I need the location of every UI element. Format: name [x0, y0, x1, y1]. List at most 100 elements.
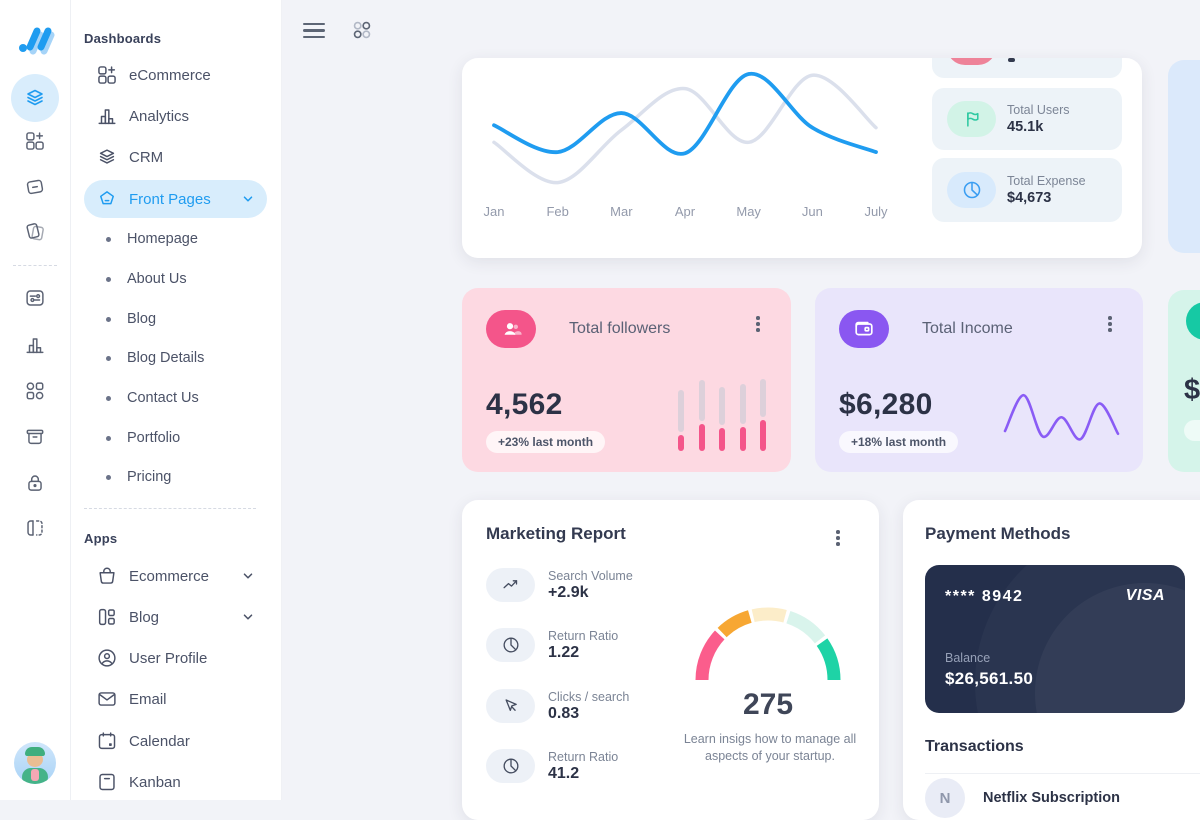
card-title: Total followers	[569, 320, 671, 337]
rail-button-auth[interactable]	[24, 472, 46, 494]
card-title: Total Income	[922, 320, 1013, 337]
kanban-icon	[96, 771, 118, 793]
more-options-button[interactable]	[831, 528, 845, 548]
overview-line-chart	[492, 72, 878, 185]
rail-button-forms[interactable]	[24, 287, 46, 309]
stat-label: Total Expense	[1007, 174, 1086, 188]
metric-label: Clicks / search	[548, 689, 630, 704]
rail-button-components[interactable]	[24, 380, 46, 402]
chevron-down-icon	[241, 569, 255, 583]
bar-chart-icon	[96, 105, 118, 127]
sidebar-item-email[interactable]: Email	[84, 680, 267, 718]
hamburger-icon	[303, 23, 325, 26]
avatar-cap	[25, 747, 45, 756]
sidebar-subitem-portfolio[interactable]: Portfolio	[84, 420, 267, 456]
layout-icon	[27, 520, 43, 536]
rail-button-chat[interactable]	[24, 176, 46, 198]
sidebar-subitem-homepage[interactable]: Homepage	[84, 221, 267, 257]
avatar-vest	[31, 769, 39, 781]
credit-card[interactable]: **** 8942 VISA Balance $26,561.50	[925, 565, 1185, 713]
metric-label: Return Ratio	[548, 628, 619, 643]
pie-icon	[486, 749, 535, 783]
sliders-icon	[26, 290, 44, 306]
sidebar-item-user-profile[interactable]: User Profile	[84, 639, 267, 677]
sidebar-menu: Dashboards eCommerce Analytics CRM Front…	[70, 0, 282, 800]
sidebar-subitem-contact-us[interactable]: Contact Us	[84, 380, 267, 416]
followers-value: 4,562	[486, 388, 563, 421]
rail-button-dashboards[interactable]	[11, 74, 59, 122]
growth-badge: +23% last month	[486, 431, 606, 453]
sidebar-subitem-pricing[interactable]: Pricing	[84, 459, 267, 495]
balance-value: $26,561.50	[945, 669, 1034, 688]
marketing-gauge-chart	[695, 607, 841, 681]
sidebar-item-ecommerce-dashboard[interactable]: eCommerce	[84, 56, 267, 94]
bullet-icon	[106, 276, 111, 282]
followers-bar-column	[760, 379, 766, 451]
more-options-button[interactable]	[1103, 314, 1117, 334]
rail-button-apps[interactable]	[24, 130, 46, 152]
growth-badge: +18% last month	[839, 431, 959, 453]
layers-icon	[27, 89, 43, 106]
metric-label: Search Volume	[548, 568, 633, 583]
app-logo[interactable]	[15, 18, 55, 58]
followers-card: Total followers 4,562 +23% last month	[462, 288, 791, 472]
main-content: Jan Feb Mar Apr May Jun July Total Users 45.1k	[281, 0, 1200, 820]
more-options-button[interactable]	[751, 314, 765, 334]
cursor-icon	[486, 689, 535, 723]
pie-chart-icon	[947, 172, 996, 208]
sidebar-item-crm[interactable]: CRM	[84, 138, 267, 176]
metric-label: Return Ratio	[548, 749, 619, 764]
cards-icon	[26, 223, 44, 241]
month-label: Jun	[801, 204, 823, 219]
chat-icon	[26, 179, 44, 195]
logo-mark-icon	[19, 27, 55, 55]
metric-value: 0.83	[548, 704, 580, 722]
sidebar-item-analytics[interactable]: Analytics	[84, 97, 267, 135]
blog-layout-icon	[96, 606, 118, 628]
month-label: Feb	[546, 204, 569, 219]
sidebar-item-kanban[interactable]: Kanban	[84, 763, 267, 801]
sidebar-item-app-ecommerce[interactable]: Ecommerce	[84, 557, 267, 595]
rail-button-pages[interactable]	[24, 221, 46, 243]
metric-value: 41.2	[548, 764, 580, 782]
sidebar-subitem-blog-details[interactable]: Blog Details	[84, 340, 267, 376]
rail-button-archive[interactable]	[24, 426, 46, 448]
month-label: Apr	[674, 204, 696, 219]
four-circles-icon	[353, 21, 371, 39]
sidebar-subitem-blog[interactable]: Blog	[84, 301, 267, 337]
pentagon-icon	[96, 188, 118, 210]
transaction-row[interactable]: N Netflix Subscription	[925, 778, 1120, 818]
trend-up-icon	[486, 568, 535, 602]
rail-button-charts[interactable]	[24, 334, 46, 356]
sidebar-item-label: Front Pages	[129, 190, 211, 208]
metric-search-volume: Search Volume +2.9k	[486, 568, 633, 602]
teal-stat-icon	[1186, 302, 1200, 340]
sidebar-item-app-blog[interactable]: Blog	[84, 598, 267, 636]
rail-divider	[13, 265, 57, 266]
user-avatar[interactable]	[14, 742, 56, 784]
clipped-stat-text	[1008, 58, 1015, 62]
sidebar-item-front-pages[interactable]: Front Pages	[84, 180, 267, 218]
sidebar-item-calendar[interactable]: Calendar	[84, 722, 267, 760]
income-sparkline-chart	[1003, 393, 1120, 441]
month-label: Jan	[483, 204, 505, 219]
menu-toggle-button[interactable]	[303, 23, 325, 38]
pie-icon	[486, 628, 535, 662]
sidebar-subitem-about-us[interactable]: About Us	[84, 261, 267, 297]
rail-button-layout[interactable]	[24, 517, 46, 539]
shortcuts-button[interactable]	[351, 19, 373, 41]
followers-bar-column	[719, 387, 725, 451]
sidebar-item-label: CRM	[129, 148, 164, 166]
gauge-value: 275	[742, 688, 794, 721]
lock-icon	[28, 475, 42, 491]
bullet-icon	[106, 435, 111, 441]
sidebar-item-label: Ecommerce	[129, 567, 210, 585]
grid-plus-icon	[26, 132, 44, 150]
chart-x-axis: Jan Feb Mar Apr May Jun July	[480, 204, 920, 220]
divider	[925, 773, 1200, 774]
bullet-icon	[106, 395, 111, 401]
income-card: Total Income $6,280 +18% last month	[815, 288, 1143, 472]
layers-icon	[96, 146, 118, 168]
sidebar-subitem-label: Blog Details	[127, 350, 205, 366]
metric-return-ratio: Return Ratio 1.22	[486, 628, 618, 662]
